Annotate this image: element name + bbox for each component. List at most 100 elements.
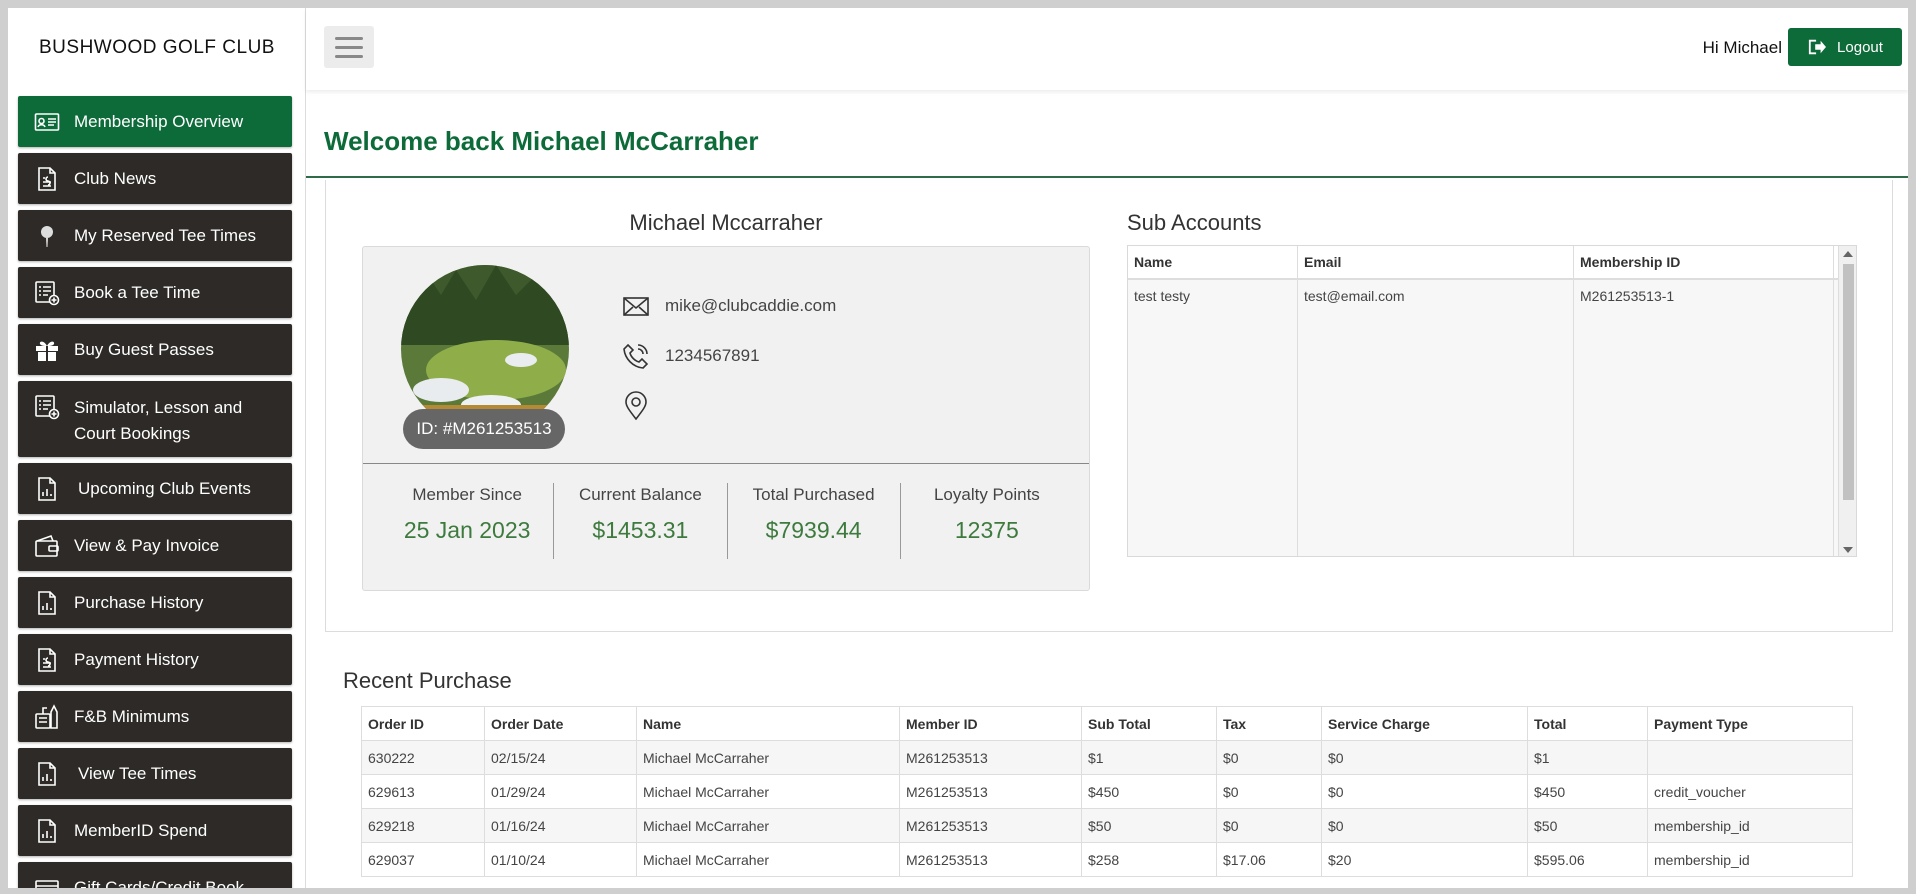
hamburger-icon bbox=[335, 36, 363, 40]
table-row[interactable]: test testy test@email.com M261253513-1 bbox=[1128, 280, 1856, 556]
report-icon bbox=[32, 589, 62, 617]
sidebar-item-label: My Reserved Tee Times bbox=[74, 225, 257, 245]
table-row[interactable]: 629037 01/10/24 Michael McCarraher M2612… bbox=[361, 842, 1853, 877]
report-icon bbox=[32, 817, 62, 845]
table-cell: $450 bbox=[1081, 774, 1217, 809]
table-cell: credit_voucher bbox=[1647, 774, 1853, 809]
sidebar-item-label: View & Pay Invoice bbox=[74, 535, 220, 555]
scroll-down-icon[interactable] bbox=[1843, 547, 1853, 553]
sub-accounts-scrollbar[interactable] bbox=[1838, 246, 1856, 556]
app-window: BUSHWOOD GOLF CLUB Membership Overview C… bbox=[8, 8, 1908, 888]
stat-member-since: Member Since 25 Jan 2023 bbox=[381, 483, 555, 559]
table-cell: $0 bbox=[1321, 774, 1528, 809]
table-cell: M261253513 bbox=[899, 842, 1082, 877]
table-cell: 629613 bbox=[361, 774, 485, 809]
phone-value: 1234567891 bbox=[665, 346, 760, 365]
sidebar-item-membership-overview[interactable]: Membership Overview bbox=[18, 96, 292, 147]
recent-purchase-title: Recent Purchase bbox=[343, 668, 512, 693]
column-header[interactable]: Payment Type bbox=[1647, 706, 1853, 741]
logout-label: Logout bbox=[1837, 38, 1883, 56]
table-cell: $50 bbox=[1527, 808, 1648, 843]
column-header[interactable]: Membership ID bbox=[1574, 246, 1834, 278]
table-cell: test@email.com bbox=[1298, 280, 1574, 556]
column-header[interactable]: Total bbox=[1527, 706, 1648, 741]
club-brand: BUSHWOOD GOLF CLUB bbox=[39, 37, 275, 58]
column-header[interactable]: Name bbox=[1128, 246, 1298, 278]
sidebar-item-memberid-spend[interactable]: MemberID Spend bbox=[18, 805, 292, 856]
id-card-icon bbox=[32, 108, 62, 136]
table-cell: 629218 bbox=[361, 808, 485, 843]
sidebar-item-simulator-lesson-court-bookings[interactable]: Simulator, Lesson and Court Bookings bbox=[18, 381, 292, 457]
sidebar-item-payment-history[interactable]: Payment History bbox=[18, 634, 292, 685]
membership-panel: Michael Mccarraher ID: #M261253513 mike@… bbox=[325, 180, 1893, 632]
table-cell: $0 bbox=[1216, 808, 1322, 843]
table-cell: $0 bbox=[1321, 808, 1528, 843]
location-pin-icon bbox=[625, 391, 647, 421]
table-cell: M261253513 bbox=[899, 774, 1082, 809]
stat-current-balance: Current Balance $1453.31 bbox=[554, 483, 728, 559]
sidebar-item-club-news[interactable]: Club News bbox=[18, 153, 292, 204]
sidebar-item-label: Buy Guest Passes bbox=[74, 339, 214, 359]
table-row[interactable]: 629218 01/16/24 Michael McCarraher M2612… bbox=[361, 808, 1853, 843]
golf-tee-icon bbox=[32, 222, 62, 250]
logout-button[interactable]: Logout bbox=[1788, 28, 1902, 66]
sidebar-item-upcoming-club-events[interactable]: Upcoming Club Events bbox=[18, 463, 292, 514]
column-header[interactable]: Name bbox=[636, 706, 900, 741]
table-cell: membership_id bbox=[1647, 808, 1853, 843]
stat-value: 25 Jan 2023 bbox=[403, 517, 531, 543]
sidebar-item-fb-minimums[interactable]: F&B Minimums bbox=[18, 691, 292, 742]
user-greeting: Hi Michael bbox=[1702, 38, 1782, 57]
sidebar-item-label: Gift Cards/Credit Book bbox=[74, 877, 245, 889]
column-header[interactable]: Sub Total bbox=[1081, 706, 1217, 741]
stat-value: $7939.44 bbox=[765, 517, 862, 543]
member-id-badge: ID: #M261253513 bbox=[403, 409, 565, 449]
contact-address bbox=[621, 391, 665, 421]
welcome-banner: Welcome back Michael McCarraher bbox=[306, 90, 1908, 178]
table-row[interactable]: 629613 01/29/24 Michael McCarraher M2612… bbox=[361, 774, 1853, 809]
column-header[interactable]: Member ID bbox=[899, 706, 1082, 741]
sidebar-item-buy-guest-passes[interactable]: Buy Guest Passes bbox=[18, 324, 292, 375]
column-header[interactable]: Service Charge bbox=[1321, 706, 1528, 741]
member-stats: Member Since 25 Jan 2023 Current Balance… bbox=[381, 483, 1073, 559]
column-header[interactable]: Email bbox=[1298, 246, 1574, 278]
stat-value: 12375 bbox=[954, 517, 1019, 543]
avatar bbox=[401, 265, 569, 433]
table-cell: $20 bbox=[1321, 842, 1528, 877]
scroll-thumb[interactable] bbox=[1843, 264, 1854, 500]
table-cell: 01/16/24 bbox=[484, 808, 637, 843]
column-header[interactable]: Tax bbox=[1216, 706, 1322, 741]
sidebar-item-my-reserved-tee-times[interactable]: My Reserved Tee Times bbox=[18, 210, 292, 261]
menu-toggle-button[interactable] bbox=[324, 26, 374, 68]
sidebar-item-view-pay-invoice[interactable]: View & Pay Invoice bbox=[18, 520, 292, 571]
table-cell: 629037 bbox=[361, 842, 485, 877]
document-icon bbox=[32, 165, 62, 193]
sidebar-item-purchase-history[interactable]: Purchase History bbox=[18, 577, 292, 628]
sidebar-item-gift-cards-credit-book[interactable]: Gift Cards/Credit Book bbox=[18, 862, 292, 888]
gift-card-icon bbox=[32, 874, 62, 888]
table-cell: 01/29/24 bbox=[484, 774, 637, 809]
sidebar-item-label: MemberID Spend bbox=[74, 820, 208, 840]
report-icon bbox=[32, 760, 62, 788]
sidebar-item-book-a-tee-time[interactable]: Book a Tee Time bbox=[18, 267, 292, 318]
table-cell: Michael McCarraher bbox=[636, 808, 900, 843]
table-cell: $0 bbox=[1216, 774, 1322, 809]
stat-value: $1453.31 bbox=[592, 517, 689, 543]
top-bar: Hi Michael Logout bbox=[306, 8, 1908, 90]
stat-label: Loyalty Points bbox=[933, 485, 1040, 504]
envelope-icon bbox=[623, 297, 649, 316]
table-header: Order ID Order Date Name Member ID Sub T… bbox=[361, 706, 1853, 741]
column-header[interactable]: Order ID bbox=[361, 706, 485, 741]
sidebar-item-label: Book a Tee Time bbox=[74, 282, 201, 302]
table-header: Name Email Membership ID bbox=[1128, 246, 1856, 280]
table-cell: Michael McCarraher bbox=[636, 740, 900, 775]
page-title: Welcome back Michael McCarraher bbox=[324, 126, 759, 156]
table-cell: $258 bbox=[1081, 842, 1217, 877]
column-header[interactable]: Order Date bbox=[484, 706, 637, 741]
list-add-icon bbox=[32, 279, 62, 307]
table-row[interactable]: 630222 02/15/24 Michael McCarraher M2612… bbox=[361, 740, 1853, 775]
stat-total-purchased: Total Purchased $7939.44 bbox=[728, 483, 901, 559]
sidebar-item-view-tee-times[interactable]: View Tee Times bbox=[18, 748, 292, 799]
food-icon bbox=[32, 703, 62, 731]
table-cell: M261253513 bbox=[899, 740, 1082, 775]
scroll-up-icon[interactable] bbox=[1843, 251, 1853, 257]
